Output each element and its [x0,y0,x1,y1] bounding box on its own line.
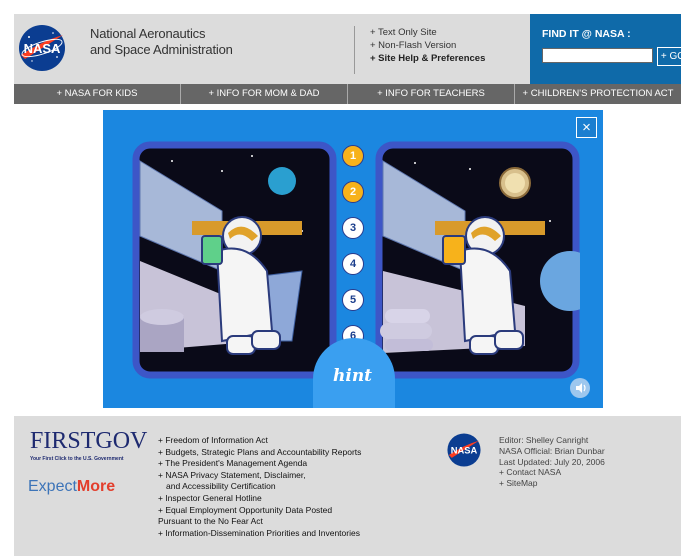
close-button[interactable]: × [576,117,597,138]
nasa-official: NASA Official: Brian Dunbar [499,445,605,456]
foia-link[interactable]: + Freedom of Information Act [158,435,361,447]
difference-2: 2 [342,181,364,203]
expectmore-logo[interactable]: ExpectMore [28,478,115,496]
text-only-link[interactable]: + Text Only Site [370,26,485,39]
privacy-link[interactable]: + NASA Privacy Statement, Disclaimer, [158,470,361,482]
nav-kids[interactable]: + NASA FOR KIDS [14,84,181,104]
agency-line2: and Space Administration [90,42,233,57]
agency-name: National Aeronautics and Space Administr… [90,26,233,58]
agency-line1: National Aeronautics [90,26,206,41]
nasa-logo-text: NASA [24,41,61,56]
nasa-logo[interactable]: NASA [17,23,67,73]
hint-button[interactable]: hint [333,366,372,386]
management-agenda-link[interactable]: + The President's Management Agenda [158,458,361,470]
footer-links: + Freedom of Information Act + Budgets, … [158,435,361,539]
expectmore-b: More [76,478,116,495]
nasa-footer-logo-text: NASA [451,446,478,456]
difference-4: 4 [342,253,364,275]
site-help-label: + Site Help & Preferences [370,53,486,64]
no-fear-act-text[interactable]: Pursuant to the No Fear Act [158,516,361,528]
quick-links: + Text Only Site + Non-Flash Version + S… [370,26,485,65]
sound-toggle[interactable] [570,378,590,398]
firstgov-tagline: Your First Click to the U.S. Government [30,456,124,462]
main-nav: + NASA FOR KIDS + INFO FOR MOM & DAD + I… [14,84,681,104]
eeo-data-link[interactable]: + Equal Employment Opportunity Data Post… [158,505,361,517]
inspector-general-link[interactable]: + Inspector General Hotline [158,493,361,505]
search-input[interactable] [542,48,653,63]
spot-difference-game: × 1 2 3 4 5 6 hint [103,110,603,408]
last-updated: Last Updated: July 20, 2006 [499,456,605,467]
editor-info: Editor: Shelley Canright NASA Official: … [499,435,605,489]
site-help-link[interactable]: + Site Help & Preferences [370,52,485,65]
nav-protection-act[interactable]: + CHILDREN'S PROTECTION ACT [515,84,681,104]
nav-mom-dad[interactable]: + INFO FOR MOM & DAD [181,84,348,104]
non-flash-link[interactable]: + Non-Flash Version [370,39,485,52]
info-dissemination-link[interactable]: + Information-Dissemination Priorities a… [158,528,361,540]
header-divider [354,26,355,74]
difference-counter: 1 2 3 4 5 6 [342,145,364,361]
site-header: NASA National Aeronautics and Space Admi… [14,14,681,84]
expectmore-a: Expect [28,478,77,495]
go-button[interactable]: + GO [657,47,681,66]
nav-teachers[interactable]: + INFO FOR TEACHERS [348,84,515,104]
difference-5: 5 [342,289,364,311]
firstgov-logo[interactable]: FIRSTGOV [30,428,147,455]
budgets-link[interactable]: + Budgets, Strategic Plans and Accountab… [158,447,361,459]
difference-3: 3 [342,217,364,239]
sitemap-link[interactable]: + SiteMap [499,478,605,489]
find-it-title: FIND IT @ NASA : [542,28,631,40]
difference-1: 1 [342,145,364,167]
nasa-footer-logo[interactable]: NASA [446,432,482,468]
speaker-icon [576,383,586,393]
find-it-panel: FIND IT @ NASA : + GO [530,14,681,84]
privacy-link-cont[interactable]: and Accessibility Certification [158,481,361,493]
left-picture-panel[interactable] [132,141,337,379]
site-footer: FIRSTGOV Your First Click to the U.S. Go… [14,416,681,556]
editor-name: Editor: Shelley Canright [499,435,589,445]
contact-nasa-link[interactable]: + Contact NASA [499,467,605,478]
right-picture-panel[interactable] [375,141,580,379]
